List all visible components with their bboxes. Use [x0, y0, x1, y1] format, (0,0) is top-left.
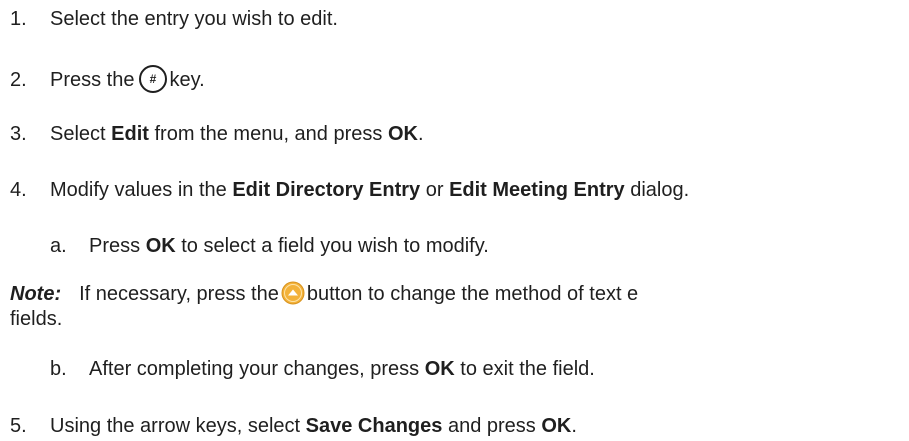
substep-b: b. After completing your changes, press O… — [50, 357, 595, 381]
step-text: to exit the field. — [454, 358, 595, 380]
hash-key-icon: # — [138, 64, 168, 94]
step-number: 3. — [10, 123, 27, 145]
ok-key-label: OK — [541, 415, 572, 437]
step-number: 2. — [10, 69, 27, 91]
step-text: Modify values in the — [50, 179, 233, 201]
note-label: Note: — [10, 283, 62, 305]
substep-letter: b. — [50, 358, 67, 380]
step-number: 4. — [10, 179, 27, 201]
step-text: Press — [89, 235, 146, 257]
hash-key-symbol: # — [150, 72, 157, 86]
step-text-after: key. — [169, 69, 205, 91]
step-2: 2. Press the # key. — [10, 64, 205, 94]
note-continuation: fields. — [10, 307, 62, 331]
step-5: 5. Using the arrow keys, select Save Chan… — [10, 414, 577, 438]
save-changes-label: Save Changes — [305, 415, 443, 437]
step-number: 1. — [10, 8, 27, 30]
note-text-continuation: fields. — [10, 308, 63, 330]
up-arrow-button-icon — [281, 281, 305, 305]
step-number: 5. — [10, 415, 27, 437]
step-4: 4. Modify values in the Edit Directory En… — [10, 178, 689, 202]
substep-a: a. Press OK to select a field you wish to… — [50, 234, 489, 258]
step-text-before: Press the — [50, 69, 135, 91]
ok-key-label: OK — [387, 123, 418, 145]
step-text: Using the arrow keys, select — [50, 415, 306, 437]
substep-letter: a. — [50, 235, 67, 257]
step-text: from the menu, and press — [148, 123, 388, 145]
step-text: . — [571, 415, 577, 437]
step-3: 3. Select Edit from the menu, and press O… — [10, 122, 424, 146]
step-text: and press — [442, 415, 542, 437]
step-1: 1. Select the entry you wish to edit. — [10, 7, 338, 31]
step-text: or — [420, 179, 450, 201]
step-text: Select — [50, 123, 112, 145]
step-text: Select the entry you wish to edit. — [50, 8, 338, 30]
dialog-name-directory: Edit Directory Entry — [232, 179, 421, 201]
note-text-after: button to change the method of text e — [306, 283, 639, 305]
note-text-before: If necessary, press the — [79, 283, 279, 305]
menu-item-edit: Edit — [111, 123, 149, 145]
step-text: to select a field you wish to modify. — [175, 235, 489, 257]
note: Note: If necessary, press the button to c… — [10, 281, 638, 306]
step-text: . — [417, 123, 424, 145]
step-text: dialog. — [624, 179, 690, 201]
ok-key-label: OK — [424, 358, 455, 380]
ok-key-label: OK — [145, 235, 176, 257]
dialog-name-meeting: Edit Meeting Entry — [449, 179, 625, 201]
step-text: After completing your changes, press — [89, 358, 425, 380]
